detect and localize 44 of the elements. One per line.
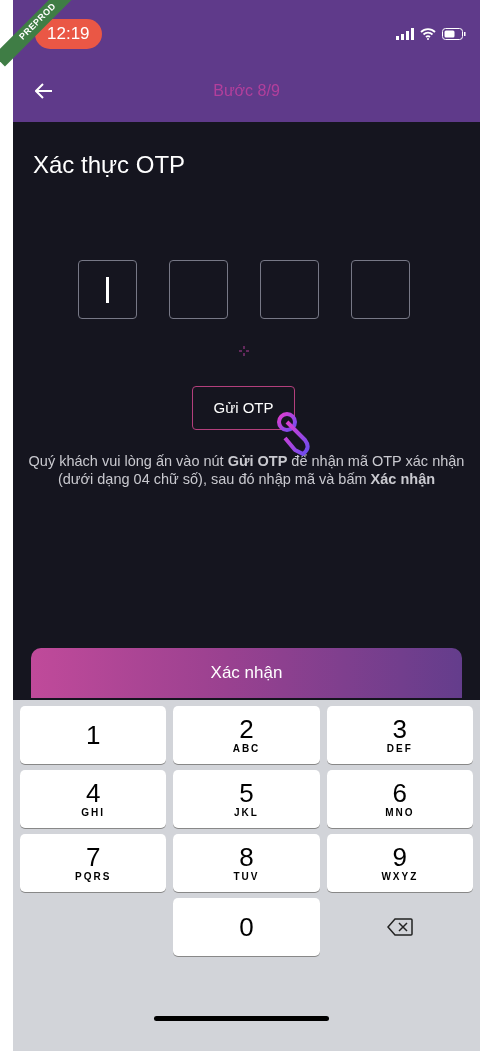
key-digit: 7 <box>85 843 101 871</box>
keypad-key[interactable]: 4 GHI <box>20 770 167 828</box>
key-digit: 3 <box>392 715 408 743</box>
otp-input-box[interactable] <box>168 260 228 319</box>
wifi-icon <box>420 28 436 40</box>
key-digit: 1 <box>85 721 101 749</box>
keypad-key[interactable]: 2 ABC <box>173 706 320 764</box>
back-arrow-icon[interactable] <box>35 83 53 99</box>
key-digit: 8 <box>239 843 254 871</box>
otp-input-box[interactable] <box>259 260 319 319</box>
battery-icon <box>442 28 466 40</box>
key-letters: JKL <box>234 807 259 819</box>
keypad-key[interactable]: 6 MNO <box>326 770 473 828</box>
key-letters: PQRS <box>75 871 112 883</box>
key-digit: 9 <box>392 843 408 871</box>
key-digit: 0 <box>239 913 254 941</box>
key-digit: 5 <box>239 779 254 807</box>
send-otp-button[interactable]: Gửi OTP <box>192 386 295 430</box>
otp-input-box[interactable] <box>350 260 410 319</box>
keypad-key[interactable]: 7 PQRS <box>20 834 167 892</box>
key-letters: TUV <box>233 871 260 883</box>
text-cursor <box>105 276 109 303</box>
key-letters: WXYZ <box>381 871 419 883</box>
keypad-key[interactable]: 3 DEF <box>326 706 473 764</box>
key-letters: MNO <box>385 807 415 819</box>
instruction-text: Quý khách vui lòng ấn vào nút Gửi OTP để nhận mã OTP xác nhận (dưới dạng 04 chữ số), sau đó nhập mã và bấm Xác nhận <box>27 452 466 488</box>
key-digit: 2 <box>239 715 254 743</box>
step-indicator: Bước 8/9 <box>213 81 280 101</box>
backspace-icon <box>386 918 413 936</box>
page-title: Xác thực OTP <box>33 150 187 180</box>
key-letters: GHI <box>81 807 106 819</box>
loading-indicator-icon <box>238 346 249 356</box>
key-digit: 4 <box>85 779 101 807</box>
key-letters: DEF <box>386 743 413 755</box>
key-digit: 6 <box>392 779 408 807</box>
keypad-key[interactable]: 0 <box>173 898 320 956</box>
keypad-key[interactable]: 9 WXYZ <box>326 834 473 892</box>
signal-icon <box>396 28 414 40</box>
confirm-button[interactable]: Xác nhận <box>31 648 462 698</box>
keypad-key[interactable]: 5 JKL <box>173 770 320 828</box>
key-letters: ABC <box>232 743 261 755</box>
keypad-key[interactable]: 1 <box>20 706 167 764</box>
otp-input-box[interactable] <box>77 260 137 319</box>
keypad-key[interactable]: 8 TUV <box>173 834 320 892</box>
